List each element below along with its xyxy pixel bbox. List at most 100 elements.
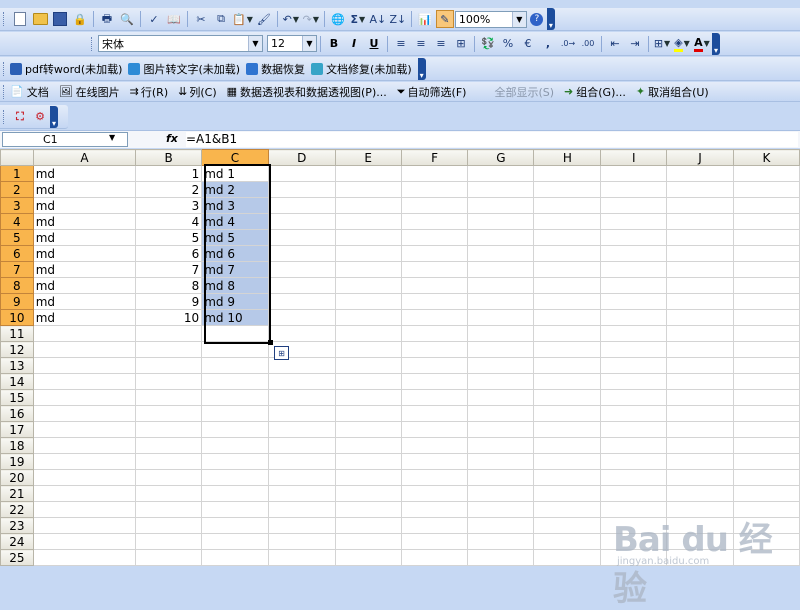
sort-descending-icon[interactable]: Z↓ xyxy=(389,10,407,28)
cell-c[interactable]: md 9 xyxy=(201,293,269,310)
empty-cell[interactable] xyxy=(732,197,800,214)
insert-row-button[interactable]: ⇉ 行(R) xyxy=(130,84,168,100)
chevron-down-icon[interactable]: ▼ xyxy=(302,36,316,51)
plugin-doc-repair[interactable]: 文档修复(未加载) xyxy=(311,61,412,77)
plugin-image-to-text[interactable]: 图片转文字(未加载) xyxy=(128,61,240,77)
fill-handle[interactable] xyxy=(268,340,273,345)
empty-cell[interactable] xyxy=(267,165,336,182)
empty-cell[interactable] xyxy=(267,229,336,246)
toolbar-options-icon[interactable]: ▾ xyxy=(546,8,555,30)
hyperlink-icon[interactable]: 🌐 xyxy=(329,10,347,28)
empty-cell[interactable] xyxy=(467,213,535,230)
new-icon[interactable] xyxy=(11,10,29,28)
cell-a[interactable] xyxy=(32,357,137,374)
empty-cell[interactable] xyxy=(600,165,668,182)
empty-cell[interactable] xyxy=(666,485,734,502)
empty-cell[interactable] xyxy=(467,517,535,534)
empty-cell[interactable] xyxy=(732,437,800,454)
cell-c[interactable] xyxy=(201,469,269,486)
empty-cell[interactable] xyxy=(533,325,602,342)
empty-cell[interactable] xyxy=(600,373,668,390)
empty-cell[interactable] xyxy=(533,309,602,326)
cell-a[interactable] xyxy=(32,389,137,406)
cell-a[interactable] xyxy=(32,485,137,502)
empty-cell[interactable] xyxy=(267,517,336,534)
empty-cell[interactable] xyxy=(400,325,469,342)
cell-a[interactable] xyxy=(32,325,137,342)
empty-cell[interactable] xyxy=(467,549,535,566)
show-all-button[interactable]: 全部显示(S) xyxy=(494,84,554,100)
empty-cell[interactable] xyxy=(533,533,602,550)
empty-cell[interactable] xyxy=(400,181,469,198)
empty-cell[interactable] xyxy=(467,501,535,518)
cell-c[interactable]: md 7 xyxy=(201,261,269,278)
cell-b[interactable] xyxy=(135,501,203,518)
empty-cell[interactable] xyxy=(533,501,602,518)
empty-cell[interactable] xyxy=(533,165,602,182)
autofilter-button[interactable]: ⏷ 自动筛选(F) xyxy=(397,84,467,100)
cell-b[interactable]: 10 xyxy=(135,309,203,326)
pdf-settings-icon[interactable]: ⚙ xyxy=(31,108,49,126)
empty-cell[interactable] xyxy=(666,245,734,262)
cell-c[interactable] xyxy=(201,533,269,550)
row-header[interactable]: 21 xyxy=(0,485,34,502)
empty-cell[interactable] xyxy=(467,197,535,214)
redo-icon[interactable]: ↷ ▼ xyxy=(302,10,320,28)
comma-button[interactable]: , xyxy=(539,35,557,53)
empty-cell[interactable] xyxy=(732,405,800,422)
empty-cell[interactable] xyxy=(400,501,469,518)
empty-cell[interactable] xyxy=(732,325,800,342)
empty-cell[interactable] xyxy=(666,453,734,470)
increase-indent-icon[interactable]: ⇥ xyxy=(626,35,644,53)
row-header[interactable]: 24 xyxy=(0,533,34,550)
online-pic-button[interactable]: 🖼 在线图片 xyxy=(59,84,120,100)
empty-cell[interactable] xyxy=(666,309,734,326)
research-icon[interactable]: 📖 xyxy=(165,10,183,28)
decrease-decimal-icon[interactable]: .00 xyxy=(579,35,597,53)
cell-a[interactable] xyxy=(32,469,137,486)
fx-icon[interactable]: fx xyxy=(166,132,178,145)
empty-cell[interactable] xyxy=(400,261,469,278)
row-header[interactable]: 11 xyxy=(0,325,34,342)
zoom-select[interactable]: 100% ▼ xyxy=(454,10,527,28)
align-right-icon[interactable]: ≡ xyxy=(432,35,450,53)
empty-cell[interactable] xyxy=(267,549,336,566)
row-header[interactable]: 18 xyxy=(0,437,34,454)
row-header[interactable]: 12 xyxy=(0,341,34,358)
empty-cell[interactable] xyxy=(600,213,668,230)
empty-cell[interactable] xyxy=(533,389,602,406)
empty-cell[interactable] xyxy=(732,213,800,230)
cell-b[interactable] xyxy=(135,325,203,342)
empty-cell[interactable] xyxy=(267,373,336,390)
empty-cell[interactable] xyxy=(533,261,602,278)
empty-cell[interactable] xyxy=(467,245,535,262)
empty-cell[interactable] xyxy=(467,453,535,470)
empty-cell[interactable] xyxy=(334,389,402,406)
empty-cell[interactable] xyxy=(400,357,469,374)
empty-cell[interactable] xyxy=(600,389,668,406)
empty-cell[interactable] xyxy=(533,485,602,502)
empty-cell[interactable] xyxy=(334,213,402,230)
column-header[interactable]: D xyxy=(267,149,336,166)
toolbar-grip[interactable] xyxy=(3,84,7,99)
column-header[interactable]: E xyxy=(334,149,402,166)
cell-a[interactable] xyxy=(32,549,137,566)
empty-cell[interactable] xyxy=(467,293,535,310)
empty-cell[interactable] xyxy=(533,213,602,230)
empty-cell[interactable] xyxy=(732,389,800,406)
empty-cell[interactable] xyxy=(400,517,469,534)
cell-c[interactable]: md 1 xyxy=(201,165,269,182)
print-preview-icon[interactable]: 🔍 xyxy=(118,10,136,28)
cell-c[interactable] xyxy=(201,405,269,422)
empty-cell[interactable] xyxy=(666,261,734,278)
empty-cell[interactable] xyxy=(467,181,535,198)
print-icon[interactable]: 🖶 xyxy=(98,10,116,28)
empty-cell[interactable] xyxy=(666,405,734,422)
empty-cell[interactable] xyxy=(600,309,668,326)
pdf-export-icon[interactable]: ⛶ xyxy=(11,108,29,126)
empty-cell[interactable] xyxy=(334,277,402,294)
auto-fill-options-icon[interactable]: ⊞ xyxy=(274,346,289,360)
empty-cell[interactable] xyxy=(267,325,336,342)
empty-cell[interactable] xyxy=(600,245,668,262)
empty-cell[interactable] xyxy=(732,261,800,278)
